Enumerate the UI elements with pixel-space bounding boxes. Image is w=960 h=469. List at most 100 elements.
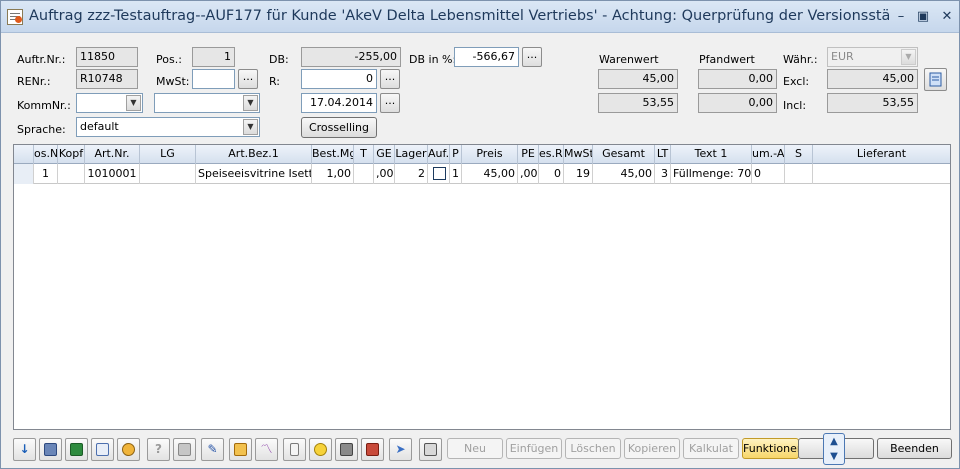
cell-lieferant[interactable]	[813, 164, 950, 184]
col-header[interactable]: Auf.	[428, 145, 450, 164]
col-header[interactable]: Art.Nr.	[85, 145, 140, 164]
insert-button[interactable]: Einfügen	[506, 438, 562, 459]
col-header[interactable]: P	[450, 145, 462, 164]
help-icon: ?	[155, 442, 162, 456]
r-input[interactable]: 0	[301, 69, 377, 89]
col-header[interactable]: MwSt.	[564, 145, 593, 164]
help-button[interactable]: ?	[147, 438, 170, 461]
col-header[interactable]: GE	[374, 145, 395, 164]
cell-lg[interactable]	[140, 164, 196, 184]
cell-kopf[interactable]	[58, 164, 85, 184]
cell-text1[interactable]: Füllmenge: 70 Li	[671, 164, 752, 184]
excel-export-button[interactable]	[65, 438, 88, 461]
col-header[interactable]: Gesamt	[593, 145, 655, 164]
chevron-up-icon[interactable]: ▲	[824, 434, 844, 449]
date-input[interactable]: 17.04.2014	[301, 93, 377, 113]
position-grid[interactable]: os.Nr Kopf Art.Nr. LG Art.Bez.1 Best.Mg.…	[13, 144, 951, 430]
cell-pe[interactable]: ,00	[518, 164, 539, 184]
row-selector[interactable]	[14, 164, 34, 184]
warenwert-label: Warenwert	[599, 53, 659, 66]
minimize-button[interactable]: –	[892, 8, 910, 26]
cell-lt[interactable]: 3	[655, 164, 671, 184]
col-header[interactable]: Best.Mg.	[312, 145, 354, 164]
delete-button[interactable]: Löschen	[565, 438, 621, 459]
col-header[interactable]: LT	[655, 145, 671, 164]
db-percent-input[interactable]: -566,67	[454, 47, 519, 67]
crossselling-button[interactable]: Crosselling	[301, 117, 377, 138]
settings-button[interactable]	[117, 438, 140, 461]
cell-t[interactable]	[354, 164, 374, 184]
close-button[interactable]: ✕	[938, 8, 956, 26]
transfer-button[interactable]	[173, 438, 196, 461]
komm-nr-label: KommNr.:	[17, 99, 71, 112]
cell-pos-nr[interactable]: 1	[34, 164, 58, 184]
col-header[interactable]: Art.Bez.1	[196, 145, 312, 164]
db-percent-label: DB in %:	[409, 53, 457, 66]
calculate-button[interactable]: Kalkulat	[683, 438, 739, 459]
calculator-edit-button[interactable]	[229, 438, 252, 461]
record-navigator[interactable]: ▲ ▼	[823, 433, 845, 465]
col-header[interactable]: S	[785, 145, 813, 164]
col-header[interactable]: Text 1	[671, 145, 752, 164]
table-row[interactable]: 1 1010001 Speiseeisvitrine Isetta 6 1,00…	[14, 164, 950, 184]
cell-auf[interactable]	[428, 164, 450, 184]
info-button[interactable]	[283, 438, 306, 461]
cell-p[interactable]: 1	[450, 164, 462, 184]
col-header[interactable]: LG	[140, 145, 196, 164]
r-lookup-button[interactable]: ...	[380, 69, 400, 89]
cell-s[interactable]	[785, 164, 813, 184]
cell-mwst[interactable]: 19	[564, 164, 593, 184]
cell-best-mg[interactable]: 1,00	[312, 164, 354, 184]
cell-art-nr[interactable]: 1010001	[85, 164, 140, 184]
new-button[interactable]: Neu	[447, 438, 503, 459]
col-header[interactable]: T	[354, 145, 374, 164]
copy-button[interactable]: Kopieren	[624, 438, 680, 459]
col-header[interactable]: um.-Art	[752, 145, 785, 164]
functions-button[interactable]: Funktionen	[742, 438, 804, 459]
calculator-button[interactable]	[419, 438, 442, 461]
chevron-down-icon[interactable]: ▼	[824, 449, 844, 464]
grid-button[interactable]	[335, 438, 358, 461]
close-window-button[interactable]: Beenden	[877, 438, 952, 459]
restore-button[interactable]: ▣	[914, 8, 932, 26]
col-header[interactable]: os.Nr	[34, 145, 58, 164]
total-incl-field: 53,55	[827, 93, 918, 113]
auf-checkbox[interactable]	[433, 167, 446, 180]
col-header[interactable]: Preis	[462, 145, 518, 164]
komm-nr-select-1[interactable]: ▼	[76, 93, 143, 113]
hint-button[interactable]	[309, 438, 332, 461]
db-percent-lookup-button[interactable]: ...	[522, 47, 542, 67]
col-header[interactable]: PE	[518, 145, 539, 164]
chart-icon: 〽	[260, 442, 273, 456]
mwst-input[interactable]	[192, 69, 235, 89]
cell-um-art[interactable]: 0	[752, 164, 785, 184]
send-button[interactable]: ➤	[389, 438, 412, 461]
col-header[interactable]: Kopf	[58, 145, 85, 164]
date-picker-button[interactable]: ...	[380, 93, 400, 113]
re-nr-label: RENr.:	[17, 75, 51, 88]
print-preview-button[interactable]	[39, 438, 62, 461]
cell-gesamt[interactable]: 45,00	[593, 164, 655, 184]
col-header[interactable]: Lieferant	[813, 145, 950, 164]
mwst-lookup-button[interactable]: ...	[238, 69, 258, 89]
sprache-select[interactable]: default ▼	[76, 117, 260, 137]
cell-ge[interactable]: ,00	[374, 164, 395, 184]
chart-button[interactable]: 〽	[255, 438, 278, 461]
currency-calc-button[interactable]	[924, 68, 947, 91]
cell-preis[interactable]: 45,00	[462, 164, 518, 184]
statistics-button[interactable]	[361, 438, 384, 461]
print-preview-icon	[44, 443, 57, 456]
cell-art-bez[interactable]: Speiseeisvitrine Isetta 6	[196, 164, 312, 184]
calculator-icon	[424, 443, 437, 456]
cell-lager[interactable]: 2	[395, 164, 428, 184]
col-header[interactable]: Lager	[395, 145, 428, 164]
checklist-button[interactable]	[91, 438, 114, 461]
komm-nr-select-2[interactable]: ▼	[154, 93, 260, 113]
re-nr-field: R10748	[76, 69, 138, 89]
edit-button[interactable]: ✎	[201, 438, 224, 461]
cell-rabatt[interactable]: 0	[539, 164, 564, 184]
move-down-button[interactable]: ↓	[13, 438, 36, 461]
mwst-label: MwSt:	[156, 75, 190, 88]
title-bar[interactable]: Auftrag zzz-Testauftrag--AUF177 für Kund…	[1, 1, 959, 33]
col-header[interactable]: es.Ra	[539, 145, 564, 164]
